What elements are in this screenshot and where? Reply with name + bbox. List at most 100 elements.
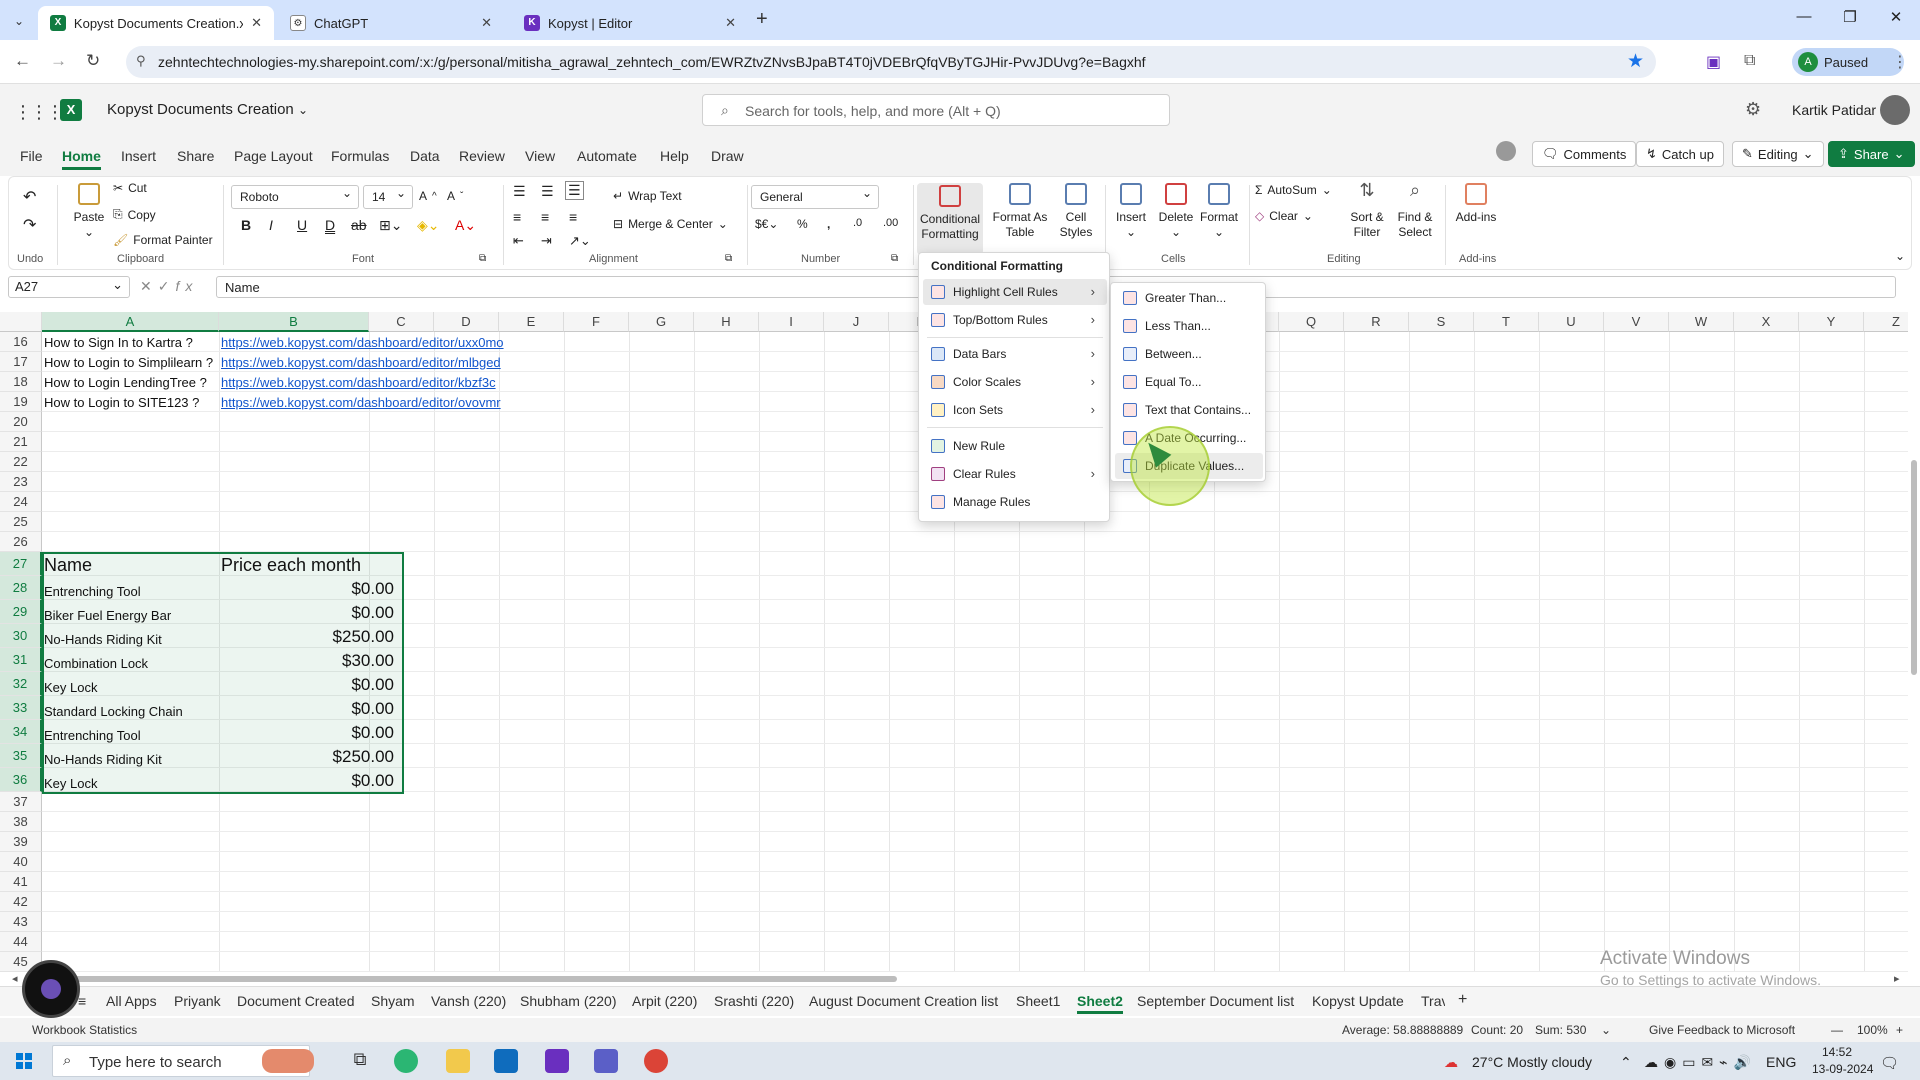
reload-icon[interactable]: ↻ (86, 51, 100, 71)
cell-b17-link[interactable]: https://web.kopyst.com/dashboard/editor/… (221, 355, 501, 370)
autosum-button[interactable]: Σ AutoSum ⌄ (1255, 183, 1332, 197)
sheet-tab[interactable]: Document Created (237, 993, 355, 1009)
row-header-29[interactable]: 29 (0, 600, 42, 624)
row-header-19[interactable]: 19 (0, 392, 42, 412)
row-header-32[interactable]: 32 (0, 672, 42, 696)
sheet-tab[interactable]: Priyank (174, 993, 221, 1009)
cell-a16[interactable]: How to Sign In to Kartra ? (44, 335, 193, 350)
row-header-40[interactable]: 40 (0, 852, 42, 872)
italic-icon[interactable]: I (269, 217, 273, 233)
copy-button[interactable]: ⎘ Copy (113, 207, 156, 222)
column-header-w[interactable]: W (1669, 312, 1734, 332)
bookmark-star-icon[interactable]: ★ (1627, 50, 1644, 73)
menu-item-clear-rules[interactable]: Clear Rules › (923, 461, 1107, 487)
menu-item-less-than[interactable]: Less Than... (1115, 313, 1263, 339)
kopyst-app-icon[interactable] (545, 1049, 569, 1073)
cut-button[interactable]: ✂ Cut (113, 181, 147, 195)
weather-text[interactable]: 27°C Mostly cloudy (1472, 1054, 1592, 1070)
url-field[interactable]: ⚲ zehntechtechnologies-my.sharepoint.com… (126, 46, 1656, 78)
cell-a17[interactable]: How to Login to Simplilearn ? (44, 355, 213, 370)
status-menu-icon[interactable]: ⌄ (1601, 1023, 1611, 1037)
column-header-j[interactable]: J (824, 312, 889, 332)
font-size-select[interactable]: 14 (363, 185, 413, 209)
row-header-17[interactable]: 17 (0, 352, 42, 372)
chrome-icon[interactable] (644, 1049, 668, 1073)
menu-item-data-bars[interactable]: Data Bars › (923, 341, 1107, 367)
cell-b19-link[interactable]: https://web.kopyst.com/dashboard/editor/… (221, 395, 501, 410)
wrap-text-button[interactable]: ↵ Wrap Text (613, 189, 682, 203)
mail-icon[interactable] (494, 1049, 518, 1073)
conditional-formatting-button[interactable]: Conditional Formatting (917, 183, 983, 255)
feedback-link[interactable]: Give Feedback to Microsoft (1649, 1023, 1795, 1037)
row-header-23[interactable]: 23 (0, 472, 42, 492)
sheet-tab[interactable]: Trav (1421, 993, 1445, 1009)
sheet-tab[interactable]: All Apps (106, 993, 157, 1009)
close-tab-icon[interactable]: ✕ (725, 15, 736, 31)
row-header-41[interactable]: 41 (0, 872, 42, 892)
font-color-icon[interactable]: A⌄ (455, 217, 476, 234)
row-header-44[interactable]: 44 (0, 932, 42, 952)
tab-home[interactable]: Home (62, 142, 101, 170)
column-header-c[interactable]: C (369, 312, 434, 332)
orientation-icon[interactable]: ↗⌄ (569, 233, 591, 249)
row-header-20[interactable]: 20 (0, 412, 42, 432)
column-header-g[interactable]: G (629, 312, 694, 332)
align-bottom-icon[interactable]: ☰ (565, 181, 584, 200)
paste-button[interactable]: Paste ⌄ (65, 183, 113, 240)
document-title[interactable]: Kopyst Documents Creation ⌄ (107, 101, 308, 118)
align-center-icon[interactable]: ≡ (541, 209, 549, 225)
fill-color-icon[interactable]: ◈⌄ (417, 217, 440, 234)
search-highlight-icon[interactable] (262, 1049, 314, 1073)
row-header-26[interactable]: 26 (0, 532, 42, 552)
column-header-b[interactable]: B (219, 312, 369, 332)
screen-recorder-widget[interactable] (22, 960, 80, 1018)
menu-item-text-that-contains[interactable]: Text that Contains... (1115, 397, 1263, 423)
row-header-33[interactable]: 33 (0, 696, 42, 720)
align-top-icon[interactable]: ☰ (513, 183, 526, 200)
column-header-y[interactable]: Y (1799, 312, 1864, 332)
table-row-price[interactable]: $0.00 (216, 771, 394, 791)
column-header-x[interactable]: X (1734, 312, 1799, 332)
add-sheet-icon[interactable]: + (1458, 991, 1467, 1009)
row-header-43[interactable]: 43 (0, 912, 42, 932)
column-header-q[interactable]: Q (1279, 312, 1344, 332)
tab-automate[interactable]: Automate (577, 142, 637, 170)
row-header-31[interactable]: 31 (0, 648, 42, 672)
format-cells-button[interactable]: Format ⌄ (1197, 183, 1241, 240)
cell-a18[interactable]: How to Login LendingTree ? (44, 375, 207, 390)
table-row-price[interactable]: $0.00 (216, 723, 394, 743)
column-header-f[interactable]: F (564, 312, 629, 332)
name-box[interactable]: A27 (8, 276, 130, 298)
row-header-35[interactable]: 35 (0, 744, 42, 768)
insert-cells-button[interactable]: Insert ⌄ (1111, 183, 1151, 240)
catch-up-button[interactable]: ↯ Catch up (1636, 141, 1724, 167)
minimize-icon[interactable]: — (1784, 8, 1824, 25)
cell-a27[interactable]: Name (44, 555, 92, 576)
tab-page-layout[interactable]: Page Layout (234, 142, 313, 170)
strikethrough-icon[interactable]: ab (351, 217, 367, 233)
language-indicator[interactable]: ENG (1766, 1054, 1796, 1070)
clear-button[interactable]: ◇ Clear ⌄ (1255, 209, 1313, 223)
notifications-icon[interactable]: 🗨 (1880, 1054, 1899, 1072)
menu-item-top-bottom-rules[interactable]: Top/Bottom Rules › (923, 307, 1107, 333)
menu-item-color-scales[interactable]: Color Scales › (923, 369, 1107, 395)
tray-chevron-icon[interactable]: ⌃ (1620, 1054, 1632, 1071)
menu-item-icon-sets[interactable]: Icon Sets › (923, 397, 1107, 423)
undo-icon[interactable]: ↶ (23, 187, 36, 207)
increase-font-icon[interactable]: A ^ (419, 189, 437, 203)
merge-center-button[interactable]: ⊟ Merge & Center ⌄ (613, 217, 728, 231)
scroll-left-icon[interactable]: ◂ (12, 972, 18, 985)
zoom-out-icon[interactable]: — (1831, 1023, 1843, 1037)
avatar[interactable] (1880, 95, 1910, 125)
table-row-name[interactable]: Key Lock (44, 776, 97, 791)
collaborator-avatar[interactable] (1496, 141, 1516, 161)
profile-button[interactable]: A Paused (1792, 48, 1904, 76)
redo-icon[interactable]: ↷ (23, 215, 36, 235)
task-view-icon[interactable]: ⧉ (348, 1049, 372, 1073)
decrease-decimal-icon[interactable]: .00 (883, 217, 898, 229)
table-row-name[interactable]: Entrenching Tool (44, 728, 141, 743)
row-header-38[interactable]: 38 (0, 812, 42, 832)
row-header-18[interactable]: 18 (0, 372, 42, 392)
tab-search-icon[interactable]: ⌄ (8, 10, 30, 32)
tab-view[interactable]: View (525, 142, 555, 170)
